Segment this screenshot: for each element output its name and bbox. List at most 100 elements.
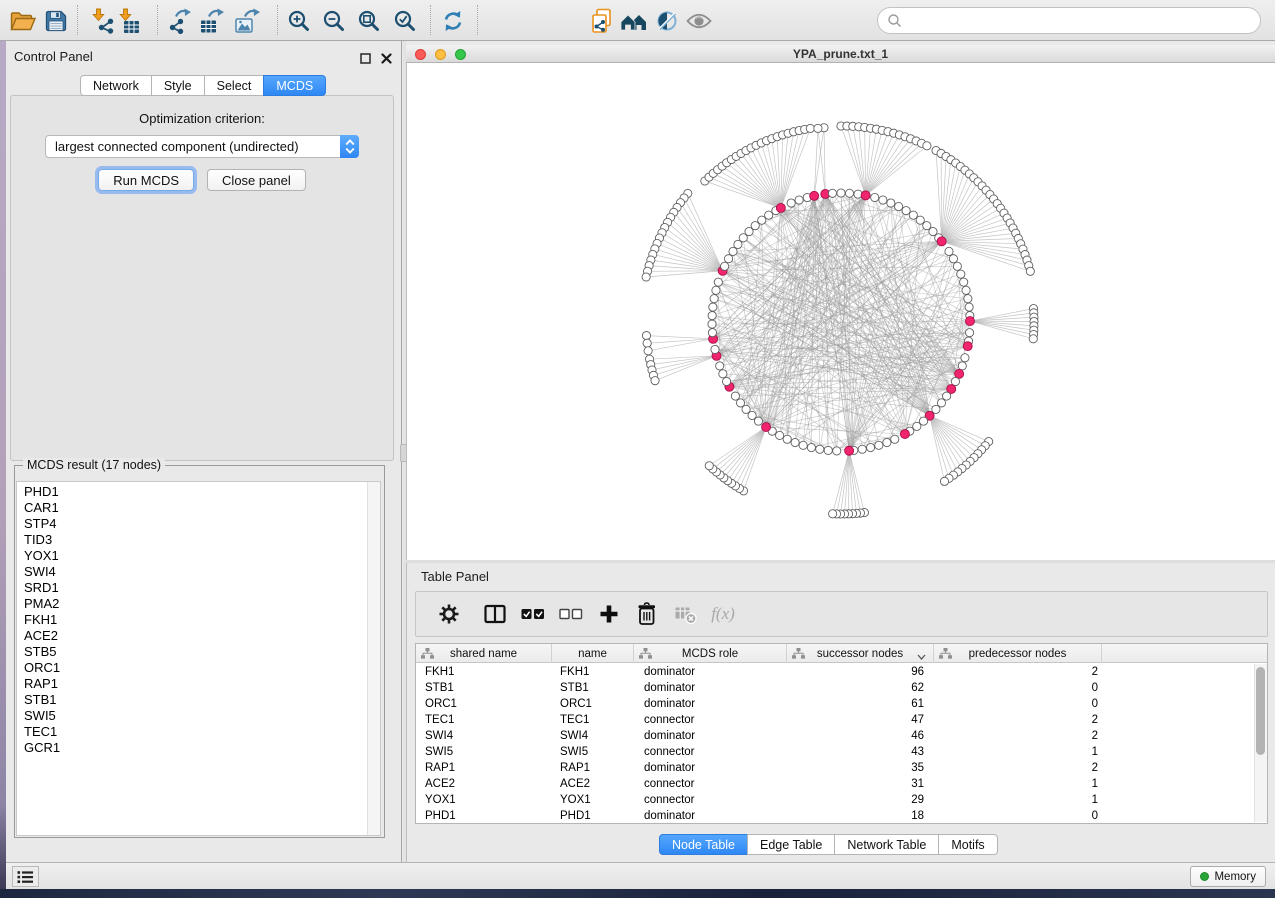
mcds-result-title: MCDS result (17 nodes): [23, 458, 165, 472]
table-scrollbar[interactable]: [1254, 664, 1267, 822]
column-header-name[interactable]: name: [552, 644, 634, 663]
list-item[interactable]: FKH1: [17, 612, 367, 628]
settings-gear-icon[interactable]: [432, 597, 466, 631]
network-canvas[interactable]: [406, 63, 1275, 560]
cell-shared-name: ORC1: [416, 696, 552, 712]
list-item[interactable]: STP4: [17, 516, 367, 532]
table-row[interactable]: TEC1TEC1connector472: [416, 712, 1253, 728]
list-item[interactable]: PMA2: [17, 596, 367, 612]
cell-name: SWI4: [552, 728, 634, 744]
table-body: FKH1FKH1dominator962STB1STB1dominator620…: [416, 664, 1253, 823]
list-item[interactable]: SRD1: [17, 580, 367, 596]
list-item[interactable]: SWI4: [17, 564, 367, 580]
close-panel-button[interactable]: Close panel: [207, 169, 306, 191]
list-scrollbar[interactable]: [367, 482, 380, 835]
list-item[interactable]: YOX1: [17, 548, 367, 564]
table-tab-motifs[interactable]: Motifs: [938, 834, 997, 855]
cell-shared-name: RAP1: [416, 760, 552, 776]
tab-select[interactable]: Select: [204, 75, 265, 96]
main-toolbar: [0, 0, 1275, 41]
column-header-mcds-role[interactable]: MCDS role: [634, 644, 787, 663]
scrollbar-thumb[interactable]: [1256, 667, 1265, 755]
column-header-successor-nodes[interactable]: successor nodes: [787, 644, 934, 663]
table-row[interactable]: FKH1FKH1dominator962: [416, 664, 1253, 680]
table-tab-node-table[interactable]: Node Table: [659, 834, 748, 855]
criterion-select[interactable]: largest connected component (undirected): [45, 135, 359, 158]
hide-graphics-details-icon[interactable]: [652, 5, 682, 36]
split-columns-icon[interactable]: [478, 597, 512, 631]
table-row[interactable]: YOX1YOX1connector291: [416, 792, 1253, 808]
float-panel-icon[interactable]: [358, 51, 372, 65]
cell-predecessor-nodes: 2: [934, 760, 1102, 776]
close-panel-icon[interactable]: [379, 51, 393, 65]
cell-successor-nodes: 35: [787, 760, 934, 776]
list-item[interactable]: CAR1: [17, 500, 367, 516]
show-graphics-details-icon[interactable]: [684, 5, 714, 36]
cell-predecessor-nodes: 0: [934, 696, 1102, 712]
cell-name: STB1: [552, 680, 634, 696]
table-row[interactable]: ACE2ACE2connector311: [416, 776, 1253, 792]
table-row[interactable]: STB1STB1dominator620: [416, 680, 1253, 696]
list-item[interactable]: PHD1: [17, 484, 367, 500]
tab-network[interactable]: Network: [80, 75, 152, 96]
delete-selected-icon[interactable]: [630, 597, 664, 631]
zoom-in-icon[interactable]: [283, 5, 313, 36]
list-item[interactable]: STB5: [17, 644, 367, 660]
column-header-filler: [1102, 644, 1267, 663]
column-tree-icon: [792, 648, 805, 662]
export-network-icon[interactable]: [166, 5, 196, 36]
open-file-icon[interactable]: [8, 5, 38, 36]
cell-name: PHD1: [552, 808, 634, 823]
add-column-icon[interactable]: [592, 597, 626, 631]
cell-shared-name: YOX1: [416, 792, 552, 808]
run-mcds-button[interactable]: Run MCDS: [98, 169, 194, 191]
list-item[interactable]: TEC1: [17, 724, 367, 740]
zoom-out-icon[interactable]: [318, 5, 348, 36]
tab-mcds[interactable]: MCDS: [263, 75, 326, 96]
export-image-icon[interactable]: [233, 5, 263, 36]
tab-style[interactable]: Style: [151, 75, 205, 96]
task-history-button[interactable]: [12, 866, 39, 887]
table-row[interactable]: SWI5SWI5connector431: [416, 744, 1253, 760]
table-header: shared namenameMCDS rolesuccessor nodesp…: [416, 644, 1267, 663]
refresh-layout-icon[interactable]: [438, 5, 468, 36]
list-item[interactable]: STB1: [17, 692, 367, 708]
search-box[interactable]: [877, 7, 1261, 34]
list-item[interactable]: SWI5: [17, 708, 367, 724]
list-item[interactable]: TID3: [17, 532, 367, 548]
select-all-rows-icon[interactable]: [516, 597, 550, 631]
toolbar-separator: [157, 5, 158, 35]
table-row[interactable]: RAP1RAP1dominator352: [416, 760, 1253, 776]
list-item[interactable]: ORC1: [17, 660, 367, 676]
cell-successor-nodes: 46: [787, 728, 934, 744]
memory-button[interactable]: Memory: [1190, 866, 1266, 887]
cell-successor-nodes: 31: [787, 776, 934, 792]
table-row[interactable]: ORC1ORC1dominator610: [416, 696, 1253, 712]
table-tab-network-table[interactable]: Network Table: [834, 834, 939, 855]
network-overview-icon[interactable]: [619, 5, 649, 36]
cell-successor-nodes: 29: [787, 792, 934, 808]
table-row[interactable]: PHD1PHD1dominator180: [416, 808, 1253, 823]
list-item[interactable]: RAP1: [17, 676, 367, 692]
cell-mcds-role: connector: [634, 744, 787, 760]
column-header-shared-name[interactable]: shared name: [416, 644, 552, 663]
zoom-selected-icon[interactable]: [389, 5, 419, 36]
node-table: shared namenameMCDS rolesuccessor nodesp…: [415, 643, 1268, 824]
search-input[interactable]: [907, 14, 1260, 28]
memory-status-icon: [1200, 872, 1209, 881]
toolbar-separator: [477, 5, 478, 35]
save-session-icon[interactable]: [41, 5, 71, 36]
table-row[interactable]: SWI4SWI4dominator462: [416, 728, 1253, 744]
import-table-icon[interactable]: [114, 5, 144, 36]
unselect-all-rows-icon[interactable]: [554, 597, 588, 631]
clone-network-icon[interactable]: [587, 5, 617, 36]
list-item[interactable]: GCR1: [17, 740, 367, 756]
list-item[interactable]: ACE2: [17, 628, 367, 644]
table-tab-edge-table[interactable]: Edge Table: [747, 834, 835, 855]
column-header-predecessor-nodes[interactable]: predecessor nodes: [934, 644, 1102, 663]
export-table-icon[interactable]: [198, 5, 228, 36]
control-panel-tabbar: NetworkStyleSelectMCDS: [80, 75, 326, 96]
cell-predecessor-nodes: 0: [934, 808, 1102, 823]
zoom-fit-icon[interactable]: [353, 5, 383, 36]
mcds-result-group: MCDS result (17 nodes) PHD1CAR1STP4TID3Y…: [14, 465, 385, 838]
